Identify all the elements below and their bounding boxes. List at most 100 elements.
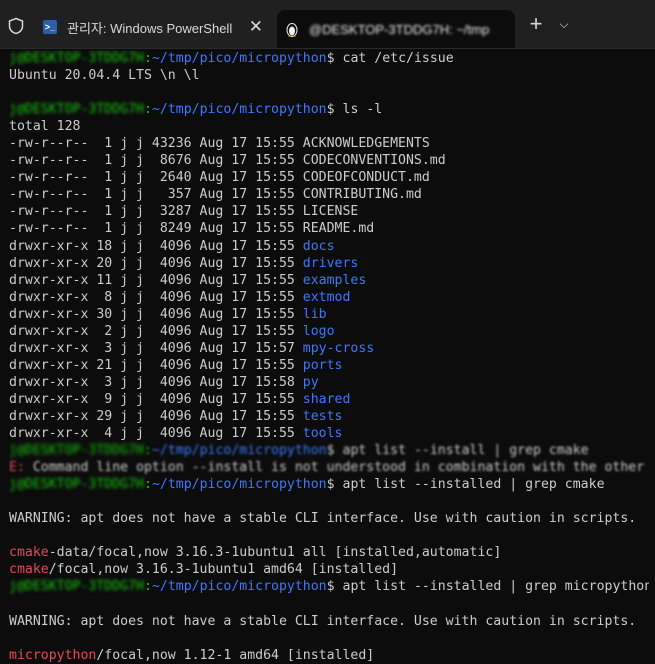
terminal-line: micropython/focal,now 1.12-1 amd64 [inst… <box>9 647 649 664</box>
prompt-symbol: $ <box>326 579 343 595</box>
command-text: cat /etc/issue <box>342 51 454 66</box>
prompt-path: ~/tmp/pico/micropython <box>151 51 327 66</box>
shield-icon[interactable] <box>7 17 25 35</box>
terminal-line: drwxr-xr-x 11 j j 4096 Aug 17 15:55 exam… <box>9 272 649 289</box>
terminal-line: -rw-r--r-- 1 j j 357 Aug 17 15:55 CONTRI… <box>9 186 649 203</box>
file-meta: drwxr-xr-x 20 j j 4096 Aug 17 15:55 <box>9 255 303 271</box>
prompt-separator: : <box>143 477 152 493</box>
package-info: -data/focal,now 3.16.3-1ubuntu1 all [ins… <box>48 545 502 561</box>
file-name: LICENSE <box>302 204 359 220</box>
prompt-user-host: j@DESKTOP-3TDDG7H <box>9 477 144 493</box>
terminal-line: -rw-r--r-- 1 j j 2640 Aug 17 15:55 CODEO… <box>9 169 649 186</box>
prompt-separator: : <box>143 102 152 118</box>
prompt-separator: : <box>143 51 152 66</box>
prompt-symbol: $ <box>326 51 343 66</box>
file-meta: drwxr-xr-x 2 j j 4096 Aug 17 15:55 <box>9 323 303 339</box>
file-meta: drwxr-xr-x 4 j j 4096 Aug 17 15:55 <box>9 426 303 442</box>
file-name: CODECONVENTIONS.md <box>302 153 446 169</box>
prompt-symbol: $ <box>326 102 343 118</box>
terminal-line: WARNING: apt does not have a stable CLI … <box>9 613 649 630</box>
output-text: WARNING: apt does not have a stable CLI … <box>9 613 637 629</box>
file-meta: drwxr-xr-x 18 j j 4096 Aug 17 15:55 <box>9 238 303 254</box>
terminal-line: -rw-r--r-- 1 j j 3287 Aug 17 15:55 LICEN… <box>9 203 649 220</box>
chevron-down-icon[interactable]: ⌵ <box>557 17 571 31</box>
terminal-line: j@DESKTOP-3TDDG7H:~/tmp/pico/micropython… <box>9 476 649 493</box>
directory-name: ports <box>302 357 343 373</box>
terminal-line: drwxr-xr-x 4 j j 4096 Aug 17 15:55 tools <box>9 425 649 442</box>
directory-name: logo <box>302 323 335 339</box>
file-meta: -rw-r--r-- 1 j j 2640 Aug 17 15:55 <box>9 170 303 186</box>
terminal-line: -rw-r--r-- 1 j j 43236 Aug 17 15:55 ACKN… <box>9 135 649 152</box>
terminal-output[interactable]: j@DESKTOP-3TDDG7H:~/tmp/pico/micropython… <box>9 50 649 664</box>
directory-name: lib <box>302 306 327 322</box>
grep-match: cmake <box>9 562 49 578</box>
prompt-user-host: j@DESKTOP-3TDDG7H <box>9 102 144 118</box>
prompt-user-host: j@DESKTOP-3TDDG7H <box>9 51 144 66</box>
command-text: ls -l <box>342 102 383 118</box>
file-meta: -rw-r--r-- 1 j j 43236 Aug 17 15:55 <box>9 136 303 152</box>
prompt-symbol: $ <box>326 443 343 459</box>
output-text: Ubuntu 20.04.4 LTS \n \l <box>9 68 200 84</box>
file-meta: -rw-r--r-- 1 j j 8249 Aug 17 15:55 <box>9 221 303 237</box>
directory-name: docs <box>302 238 335 254</box>
directory-name: tests <box>302 408 343 424</box>
terminal-line: drwxr-xr-x 3 j j 4096 Aug 17 15:57 mpy-c… <box>9 340 649 357</box>
file-meta: drwxr-xr-x 3 j j 4096 Aug 17 15:58 <box>9 374 303 390</box>
terminal-line: total 128 <box>9 118 649 135</box>
terminal-line: -rw-r--r-- 1 j j 8249 Aug 17 15:55 READM… <box>9 220 649 237</box>
terminal-line: drwxr-xr-x 9 j j 4096 Aug 17 15:55 share… <box>9 391 649 408</box>
file-meta: drwxr-xr-x 11 j j 4096 Aug 17 15:55 <box>9 272 303 288</box>
error-prefix: E: <box>9 460 25 476</box>
package-info: /focal,now 1.12-1 amd64 [installed] <box>96 647 375 663</box>
prompt-path: ~/tmp/pico/micropython <box>151 477 327 493</box>
directory-name: tools <box>302 426 343 442</box>
tab-title: 관리자: Windows PowerShell <box>67 20 233 36</box>
file-name: CODEOFCONDUCT.md <box>302 170 430 186</box>
directory-name: mpy-cross <box>302 340 375 356</box>
terminal-line: E: Command line option --install is not … <box>9 459 649 476</box>
file-meta: drwxr-xr-x 3 j j 4096 Aug 17 15:57 <box>9 340 303 356</box>
close-icon[interactable]: ✕ <box>249 18 263 35</box>
terminal-line: drwxr-xr-x 21 j j 4096 Aug 17 15:55 port… <box>9 357 649 374</box>
directory-name: extmod <box>302 289 351 305</box>
grep-match: cmake <box>9 545 49 561</box>
file-meta: drwxr-xr-x 9 j j 4096 Aug 17 15:55 <box>9 391 303 407</box>
file-meta: drwxr-xr-x 21 j j 4096 Aug 17 15:55 <box>9 357 303 373</box>
tab-bar: >_ 관리자: Windows PowerShell ✕ @DESKTOP-3T… <box>0 0 655 49</box>
terminal-line: WARNING: apt does not have a stable CLI … <box>9 510 649 527</box>
terminal-line: Ubuntu 20.04.4 LTS \n \l <box>9 67 649 84</box>
terminal-line: j@DESKTOP-3TDDG7H:~/tmp/pico/micropython… <box>9 442 649 459</box>
file-meta: -rw-r--r-- 1 j j 8676 Aug 17 15:55 <box>9 153 303 169</box>
package-info: /focal,now 3.16.3-1ubuntu1 amd64 [instal… <box>48 562 399 578</box>
file-meta: drwxr-xr-x 29 j j 4096 Aug 17 15:55 <box>9 408 303 424</box>
terminal-line: drwxr-xr-x 2 j j 4096 Aug 17 15:55 logo <box>9 323 649 340</box>
terminal-line: drwxr-xr-x 3 j j 4096 Aug 17 15:58 py <box>9 374 649 391</box>
powershell-icon: >_ <box>43 20 57 34</box>
file-meta: drwxr-xr-x 30 j j 4096 Aug 17 15:55 <box>9 306 303 322</box>
tab-title: @DESKTOP-3TDDG7H: ~/tmp <box>309 21 490 37</box>
terminal-line: drwxr-xr-x 8 j j 4096 Aug 17 15:55 extmo… <box>9 289 649 306</box>
terminal-line: drwxr-xr-x 20 j j 4096 Aug 17 15:55 driv… <box>9 255 649 272</box>
terminal-line: j@DESKTOP-3TDDG7H:~/tmp/pico/micropython… <box>9 50 649 67</box>
directory-name: drivers <box>302 255 359 271</box>
linux-penguin-icon <box>284 21 300 37</box>
prompt-path: ~/tmp/pico/micropython <box>151 102 327 118</box>
tab-powershell[interactable]: >_ 관리자: Windows PowerShell ✕ <box>35 12 275 42</box>
terminal-line: j@DESKTOP-3TDDG7H:~/tmp/pico/micropython… <box>9 101 649 118</box>
file-name: ACKNOWLEDGEMENTS <box>302 136 430 152</box>
tab-ubuntu[interactable]: @DESKTOP-3TDDG7H: ~/tmp <box>277 10 515 48</box>
file-meta: drwxr-xr-x 8 j j 4096 Aug 17 15:55 <box>9 289 303 305</box>
directory-name: shared <box>302 391 351 407</box>
terminal-line: cmake-data/focal,now 3.16.3-1ubuntu1 all… <box>9 544 649 561</box>
prompt-user-host: j@DESKTOP-3TDDG7H <box>9 443 144 459</box>
terminal-line: drwxr-xr-x 30 j j 4096 Aug 17 15:55 lib <box>9 306 649 323</box>
new-tab-button[interactable]: + <box>526 13 546 35</box>
command-text: apt list --install | grep cmake <box>342 443 589 459</box>
prompt-path: ~/tmp/pico/micropython <box>151 579 327 595</box>
terminal-line: drwxr-xr-x 18 j j 4096 Aug 17 15:55 docs <box>9 238 649 255</box>
output-text: total 128 <box>9 119 81 135</box>
grep-match: micropython <box>9 647 97 663</box>
